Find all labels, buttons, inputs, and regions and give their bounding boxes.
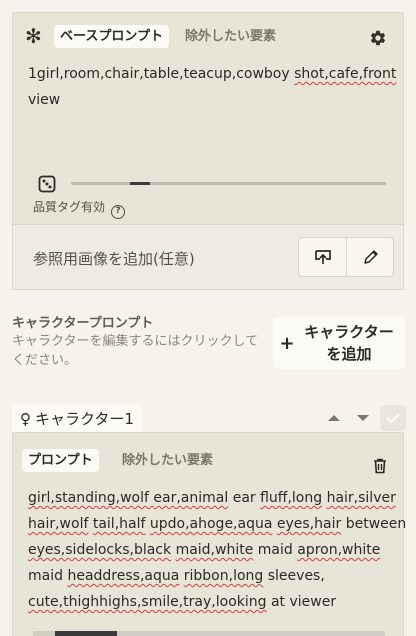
plus-icon: + [279,332,295,354]
misspelled-token: hair,silver [326,490,396,506]
character-enable-toggle[interactable] [380,405,406,431]
quality-tag-row[interactable]: 品質タグ有効? [33,199,126,219]
prompt-token: view [28,92,61,108]
prompt-line: cute,thighhighs,smile,tray,looking at vi… [28,589,398,615]
misspelled-token: updo,ahoge,aqua [149,516,273,532]
prompt-line: maid headdress,aqua ribbon,long sleeves, [28,563,398,589]
tab-base-negative[interactable]: 除外したい要素 [185,25,276,48]
tab-base-prompt[interactable]: ベースプロンプト [54,25,169,48]
base-prompt-textarea[interactable]: 1girl,room,chair,table,teacup,cowboy sho… [28,61,398,113]
prompt-token: at viewer [266,594,337,610]
misspelled-token: eyes,sidelocks,black [28,542,172,558]
misspelled-token: hair,wolf [28,516,89,532]
misspelled-token: ribbon,long [183,568,264,584]
prompt-token: sleeves, [263,568,325,584]
gear-icon[interactable] [369,29,387,47]
character-tab[interactable]: ♀ キャラクター1 [12,405,142,432]
character-section-description: キャラクターを編集するにはクリックしてください。 [12,334,259,368]
help-icon[interactable]: ? [111,205,126,219]
misspelled-token: maid,white [175,542,254,558]
edit-button[interactable] [347,238,395,276]
prompt-slider[interactable] [71,182,386,185]
prompt-token: maid [28,568,68,584]
character-name: キャラクター1 [35,410,134,428]
misspelled-token: tail,half [92,516,146,532]
character-prompt-textarea[interactable]: girl,standing,wolf ear,animal ear fluff,… [28,485,406,615]
misspelled-token: fluff,long [260,490,323,506]
prompt-token: ear [228,490,261,506]
prompt-line: hair,wolf tail,half updo,ahoge,aqua eyes… [28,511,406,537]
asterisk-icon: ✻ [25,24,42,48]
reference-image-row: 参照用画像を追加(任意) [12,224,404,290]
tab-character-prompt[interactable]: プロンプト [22,449,99,472]
prompt-line: 1girl,room,chair,table,teacup,cowboy sho… [28,61,398,87]
prompt-token: 1girl,room,chair,table,teacup,cowboy [28,66,295,82]
prompt-token: between [341,516,407,532]
character-prompt-panel: プロンプト 除外したい要素 girl,standing,wolf ear,ani… [12,432,406,636]
misspelled-token: eyes,hair [276,516,342,532]
misspelled-token: ear,animal [153,490,229,506]
character-section-title: キャラクタープロンプト [12,316,154,331]
upload-button[interactable] [299,238,347,276]
reference-image-label: 参照用画像を追加(任意) [33,250,195,268]
add-character-button[interactable]: + キャラクター を追加 [273,317,405,369]
dice-icon[interactable] [38,175,56,193]
trash-icon[interactable] [371,457,389,475]
prompt-line: view [28,87,398,113]
check-icon [386,413,400,424]
misspelled-token: headdress,aqua [67,568,180,584]
misspelled-token: girl,standing,wolf [28,490,154,506]
base-prompt-panel: ✻ ベースプロンプト 除外したい要素 1girl,room,chair,tabl… [12,12,404,224]
quality-tag-label: 品質タグ有効 [33,200,106,214]
prompt-line: eyes,sidelocks,black maid,white maid apr… [28,537,398,563]
misspelled-token: shot,cafe,front [294,66,397,82]
misspelled-token: apron,white [297,542,381,558]
character-slider[interactable] [33,631,385,636]
tab-character-negative[interactable]: 除外したい要素 [122,449,213,472]
prompt-line: girl,standing,wolf ear,animal ear fluff,… [28,485,398,511]
female-icon: ♀ [20,409,31,428]
slider-fill [55,631,117,636]
upload-icon [314,250,331,264]
slider-fill [129,182,151,185]
misspelled-token: cute,thighhighs,smile,tray,looking [28,594,267,610]
reference-image-buttons [298,237,394,277]
prompt-token: maid [253,542,298,558]
move-down-icon[interactable] [355,410,371,426]
move-up-icon[interactable] [326,410,342,426]
add-character-label: キャラクター を追加 [304,323,394,363]
pencil-icon [364,250,378,264]
